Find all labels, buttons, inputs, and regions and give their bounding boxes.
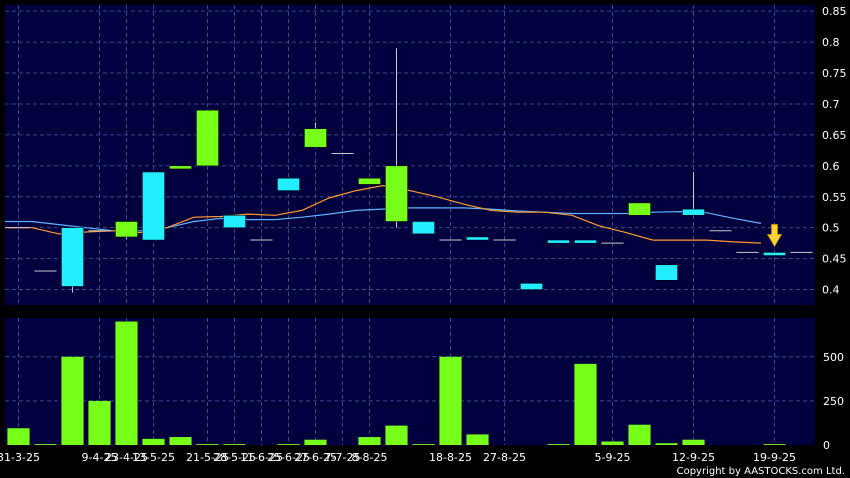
price-tick-label: 0.8 — [822, 36, 840, 49]
candle-body — [196, 109, 219, 167]
date-tick-label: 8-8-25 — [352, 451, 388, 464]
volume-bar — [88, 400, 111, 445]
candle-body — [277, 177, 300, 191]
volume-bar — [304, 439, 327, 445]
volume-bar — [196, 444, 219, 445]
volume-bar — [277, 444, 300, 445]
candle — [142, 171, 165, 241]
volume-bar — [34, 444, 57, 445]
candle-body — [574, 239, 597, 244]
volume-bar — [574, 363, 597, 445]
candle — [196, 109, 219, 167]
candle-body — [169, 165, 192, 170]
candle — [655, 264, 678, 281]
candle — [466, 236, 489, 241]
candle — [574, 239, 597, 244]
candle-body — [547, 239, 570, 244]
volume-tick-label: 250 — [823, 395, 844, 408]
candle — [169, 165, 192, 170]
volume-bar — [142, 438, 165, 445]
candle — [520, 283, 543, 290]
candle — [115, 221, 138, 239]
price-tick-label: 0.55 — [822, 191, 847, 204]
volume-tick-label: 0 — [823, 439, 830, 452]
price-tick-label: 0.5 — [822, 222, 840, 235]
price-tick-label: 0.65 — [822, 129, 847, 142]
volume-bar — [385, 425, 408, 445]
date-tick-label: 18-8-25 — [429, 451, 472, 464]
volume-bar — [169, 437, 192, 445]
price-tick-label: 0.75 — [822, 67, 847, 80]
candle-body — [520, 283, 543, 290]
candle — [358, 177, 381, 185]
date-tick-label: 5-9-25 — [595, 451, 631, 464]
candle-body — [223, 215, 246, 228]
volume-bar — [466, 434, 489, 445]
price-tick-label: 0.4 — [822, 284, 840, 297]
candle-body — [655, 264, 678, 281]
copyright-text: Copyright by AASTOCKS.com Ltd. — [677, 466, 845, 477]
volume-bar — [358, 437, 381, 445]
candle — [223, 215, 246, 228]
candle-body — [304, 128, 327, 148]
volume-bar — [7, 428, 30, 445]
candle — [628, 202, 651, 216]
date-tick-label: 19-9-25 — [753, 451, 796, 464]
volume-bar — [763, 444, 786, 445]
candle — [277, 177, 300, 191]
volume-bar — [655, 443, 678, 445]
candle-body — [358, 177, 381, 185]
price-tick-label: 0.6 — [822, 160, 840, 173]
volume-bar — [547, 444, 570, 445]
price-tick-label: 0.45 — [822, 253, 847, 266]
candle-body — [412, 221, 435, 235]
candle — [547, 239, 570, 244]
candle-body — [466, 236, 489, 241]
volume-bar — [223, 444, 246, 445]
volume-bar — [115, 321, 138, 445]
candle-body — [61, 227, 84, 287]
candle — [763, 252, 786, 256]
date-tick-label: 27-8-25 — [483, 451, 526, 464]
price-tick-label: 0.7 — [822, 98, 840, 111]
volume-bar — [61, 356, 84, 445]
candle-body — [628, 202, 651, 216]
date-tick-label: 13-5-25 — [132, 451, 175, 464]
volume-bar — [601, 441, 624, 445]
candle-body — [763, 252, 786, 256]
candle-body — [115, 221, 138, 238]
volume-bar — [412, 444, 435, 445]
date-tick-label: 12-9-25 — [672, 451, 715, 464]
candle — [61, 227, 84, 293]
candle-body — [385, 165, 408, 222]
candle-body — [142, 171, 165, 241]
candle-body — [682, 208, 705, 216]
volume-bar — [628, 424, 651, 445]
volume-bar — [439, 356, 462, 445]
date-tick-label: 31-3-25 — [0, 451, 40, 464]
volume-tick-label: 500 — [823, 351, 844, 364]
stock-chart: 0.85 0.8 0.75 0.7 0.65 0.6 0.55 0.5 0.45 0.4 500 2… — [0, 0, 850, 478]
volume-bar — [682, 439, 705, 445]
candle — [412, 221, 435, 235]
price-tick-label: 0.85 — [822, 5, 847, 18]
